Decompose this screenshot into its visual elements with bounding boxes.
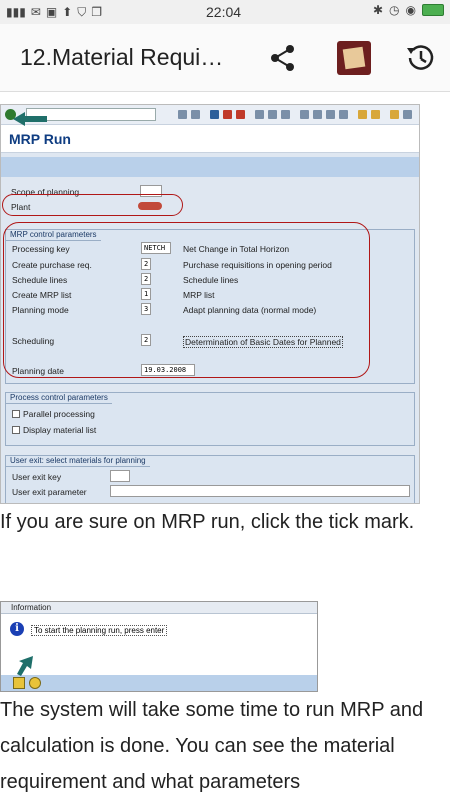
- user-exit-group: User exit: select materials for planning…: [5, 455, 415, 503]
- sap-screen-title: MRP Run: [1, 125, 419, 153]
- image-icon: ▣: [45, 5, 58, 19]
- display-material-list-checkbox[interactable]: [12, 426, 20, 434]
- prev-page-icon[interactable]: [313, 110, 322, 119]
- status-bar: ▮▮▮ ✉ ▣ ⬆ ⛉ ❐ 22:04 ✱ ◷ ◉: [0, 0, 450, 24]
- user-exit-param-label: User exit parameter: [12, 487, 87, 497]
- upload-icon: ⬆: [62, 5, 73, 19]
- layout-icon[interactable]: [403, 110, 412, 119]
- bookmark-button[interactable]: [330, 34, 378, 82]
- battery-icon: [422, 4, 444, 16]
- app-bar: 12.Material Requi…: [0, 24, 450, 92]
- mrp-parameters-highlight: [3, 222, 370, 378]
- user-exit-key-input[interactable]: [110, 470, 130, 482]
- information-dialog-screenshot: Information i To start the planning run,…: [0, 601, 318, 692]
- alarm-icon: ◷: [389, 3, 400, 17]
- exit-icon[interactable]: [223, 110, 232, 119]
- info-icon: i: [10, 622, 24, 636]
- history-button[interactable]: [396, 34, 444, 82]
- print-icon[interactable]: [255, 110, 264, 119]
- back-icon[interactable]: [178, 110, 187, 119]
- sap-mrp-screenshot: MRP Run Scope of planning Plant MRP cont…: [0, 104, 420, 504]
- bluetooth-icon: ✱: [372, 3, 384, 17]
- next-page-icon[interactable]: [326, 110, 335, 119]
- form-area: Scope of planning Plant MRP control para…: [1, 177, 419, 503]
- last-page-icon[interactable]: [339, 110, 348, 119]
- status-icons-left: ▮▮▮ ✉ ▣ ⬆ ⛉ ❐: [6, 5, 102, 20]
- signal-icon: ▮▮▮: [6, 5, 26, 19]
- status-time: 22:04: [206, 4, 242, 20]
- user-exit-key-label: User exit key: [12, 472, 62, 482]
- information-message: To start the planning run, press enter: [31, 625, 168, 636]
- shortcut-icon[interactable]: [371, 110, 380, 119]
- pointer-arrow-icon: [17, 656, 33, 676]
- dialog-footer: [1, 675, 317, 691]
- pointer-arrow-icon: [13, 112, 47, 126]
- share-icon: [271, 45, 294, 71]
- shield-icon: ⛉: [77, 4, 87, 19]
- nav-back-icon[interactable]: [210, 110, 219, 119]
- user-exit-param-input[interactable]: [110, 485, 410, 497]
- plant-highlight: [2, 194, 183, 216]
- instruction-paragraph-2: The system will take some time to run MR…: [0, 699, 424, 793]
- book-icon: [337, 41, 371, 75]
- find-next-icon[interactable]: [281, 110, 290, 119]
- help-icon[interactable]: [390, 110, 399, 119]
- first-page-icon[interactable]: [300, 110, 309, 119]
- application-toolbar: [1, 157, 419, 177]
- process-control-group: Process control parameters Parallel proc…: [5, 392, 415, 446]
- continue-check-button[interactable]: [13, 677, 25, 689]
- eye-icon: ◉: [405, 3, 416, 17]
- sap-toolbar: [1, 105, 419, 125]
- page-title: 12.Material Requi…: [20, 44, 224, 70]
- instruction-paragraph-1: If you are sure on MRP run, click the ti…: [0, 511, 415, 533]
- process-control-title: Process control parameters: [6, 393, 112, 404]
- notification-icon: ✉: [30, 5, 41, 19]
- help-button[interactable]: [29, 677, 41, 689]
- share-button[interactable]: [259, 34, 307, 82]
- find-icon[interactable]: [268, 110, 277, 119]
- cancel-icon[interactable]: [236, 110, 245, 119]
- information-dialog-title: Information: [1, 602, 317, 614]
- display-material-list-label: Display material list: [23, 425, 97, 435]
- history-icon: [407, 45, 434, 70]
- save-icon[interactable]: [191, 110, 200, 119]
- copy-icon: ❐: [91, 5, 103, 19]
- parallel-processing-checkbox[interactable]: [12, 410, 20, 418]
- user-exit-title: User exit: select materials for planning: [6, 456, 150, 467]
- status-icons-right: ✱ ◷ ◉: [373, 3, 444, 17]
- new-session-icon[interactable]: [358, 110, 367, 119]
- parallel-processing-label: Parallel processing: [23, 409, 95, 419]
